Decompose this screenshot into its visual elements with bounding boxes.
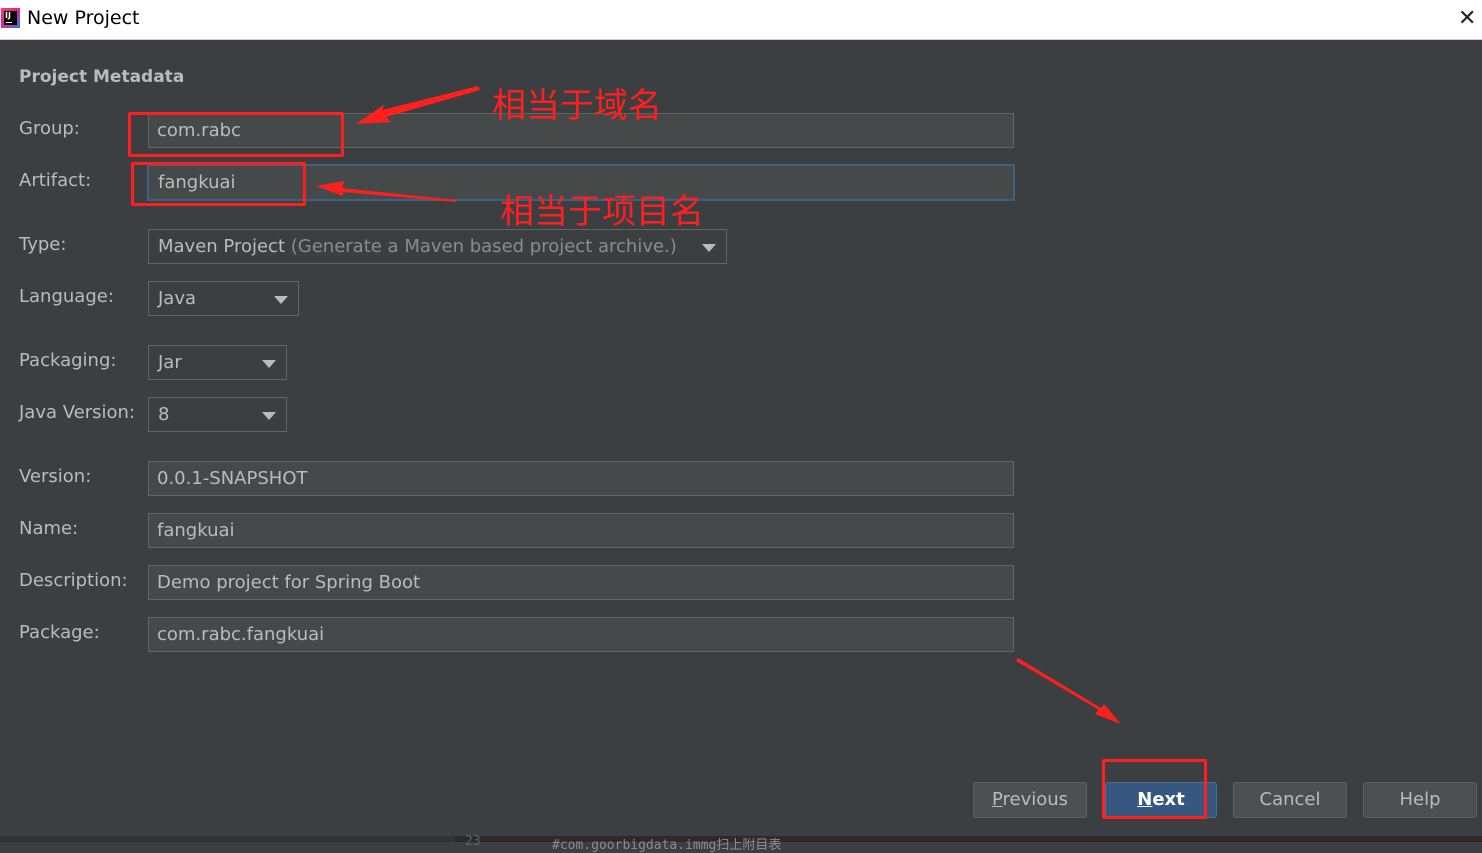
packaging-select[interactable]: Jar [148,345,287,380]
chevron-down-icon [262,360,276,368]
next-button[interactable]: Next [1105,782,1217,818]
group-label: Group: [19,118,80,139]
artifact-label: Artifact: [19,170,92,191]
intellij-idea-icon: IJ [1,8,20,28]
arrow-icon-next [1016,658,1121,724]
java-version-label: Java Version: [19,402,135,423]
window-titlebar: IJ New Project ✕ [0,0,1482,40]
language-select-value: Java [158,288,197,309]
chevron-down-icon [262,412,276,420]
annotation-text-group: 相当于域名 [492,86,662,126]
close-icon[interactable]: ✕ [1458,7,1476,31]
annotation-text-artifact: 相当于项目名 [500,192,704,232]
type-label: Type: [19,234,67,255]
package-label: Package: [19,622,100,643]
section-title: Project Metadata [19,67,185,87]
background-editor-strip: 23 #com.goorbigdata.immg扫上附目表 [0,834,1482,853]
help-button[interactable]: Help [1363,782,1477,818]
window-title: New Project [27,7,140,29]
cancel-button[interactable]: Cancel [1233,782,1347,818]
name-input[interactable] [148,513,1014,548]
type-select[interactable]: Maven Project (Generate a Maven based pr… [148,229,727,264]
description-input[interactable] [148,565,1014,600]
editor-code-text: #com.goorbigdata.immg扫上附目表 [552,838,782,853]
previous-button[interactable]: Previous [973,782,1087,818]
java-version-select-value: 8 [158,404,170,425]
type-select-description: (Generate a Maven based project archive.… [290,236,677,257]
chevron-down-icon [274,296,288,304]
version-input[interactable] [148,461,1014,496]
packaging-select-value: Jar [158,352,182,373]
type-select-value: Maven Project [158,236,286,257]
name-label: Name: [19,518,79,539]
packaging-label: Packaging: [19,350,117,371]
description-label: Description: [19,570,128,591]
java-version-select[interactable]: 8 [148,397,287,432]
chevron-down-icon [702,244,716,252]
package-input[interactable] [148,617,1014,652]
language-label: Language: [19,286,114,307]
language-select[interactable]: Java [148,281,299,316]
version-label: Version: [19,466,92,487]
